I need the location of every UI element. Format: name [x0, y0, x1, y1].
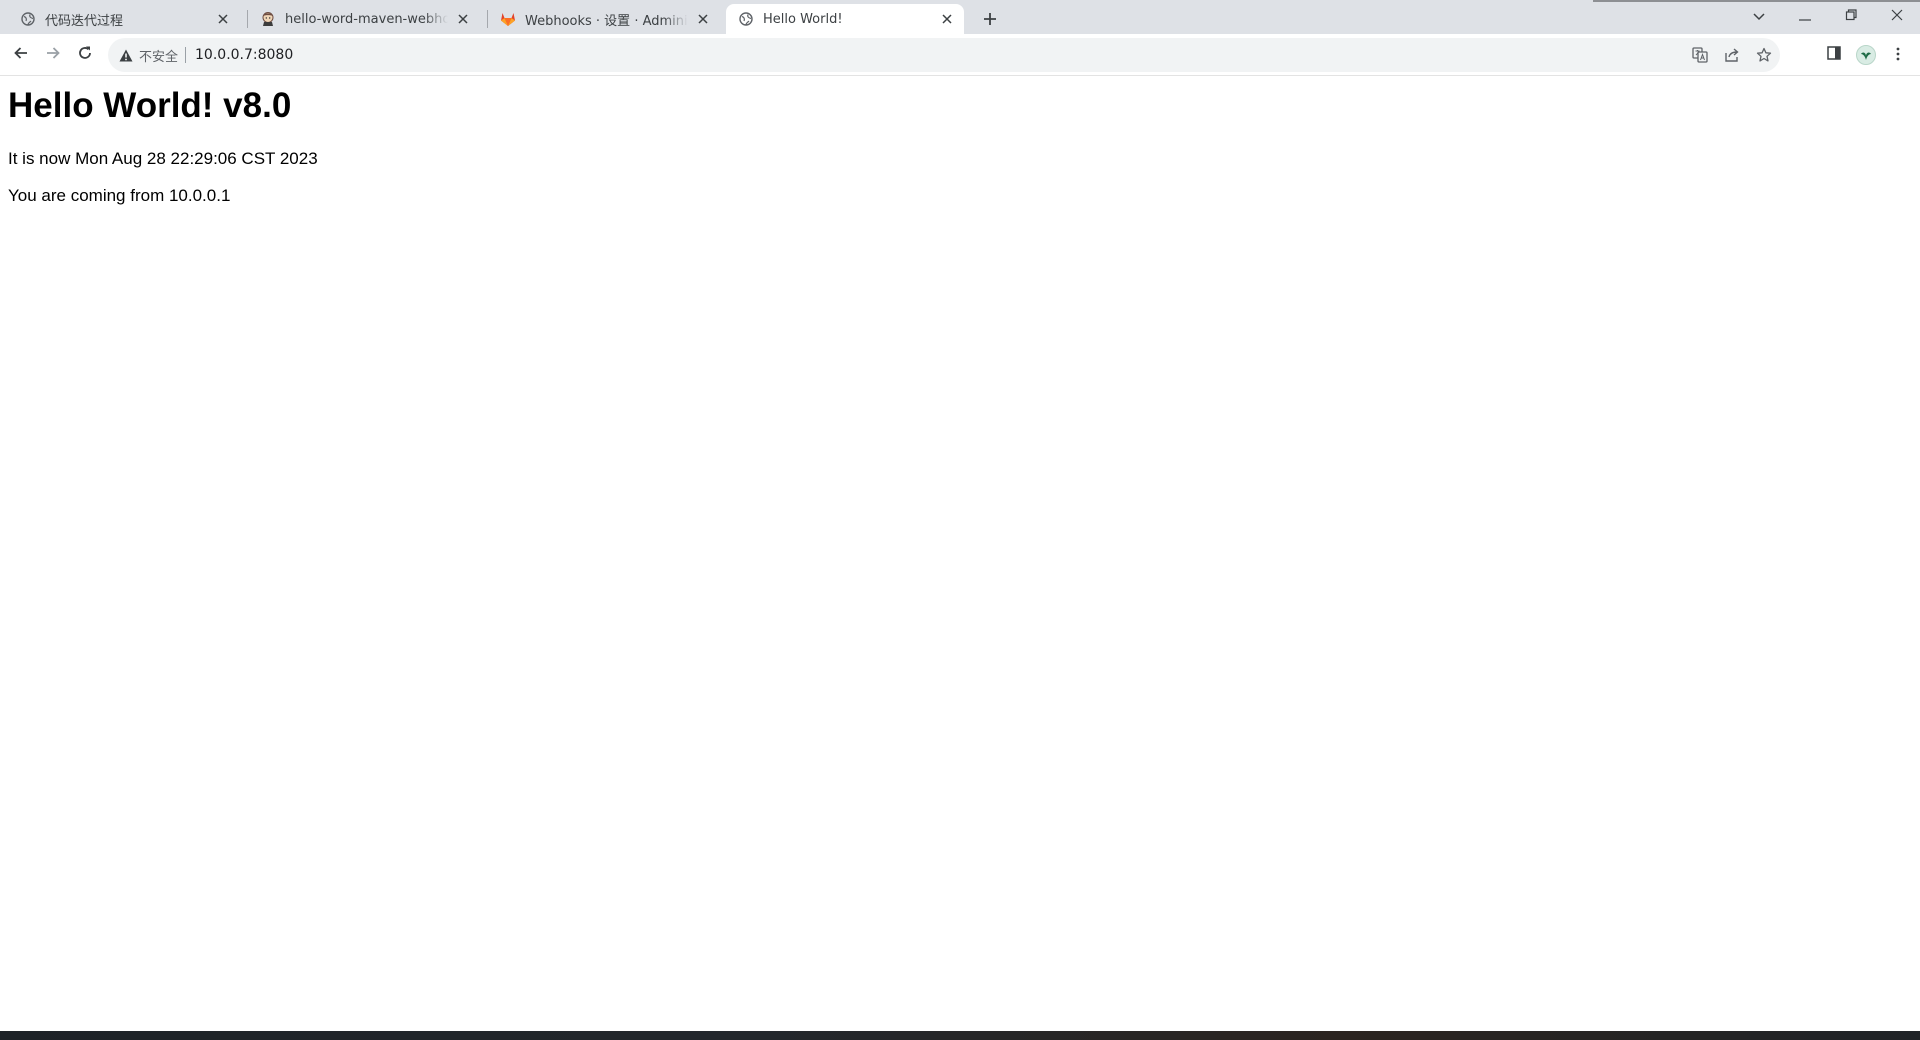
- tab-title: Hello World!: [763, 11, 843, 27]
- forward-button[interactable]: [37, 39, 69, 71]
- current-time-text: It is now Mon Aug 28 22:29:06 CST 2023: [8, 149, 318, 168]
- more-vert-icon: [1896, 46, 1900, 65]
- close-icon[interactable]: [694, 10, 712, 28]
- close-icon[interactable]: [938, 10, 956, 28]
- security-status-label[interactable]: 不安全: [139, 46, 178, 65]
- minimize-icon: [1799, 6, 1811, 25]
- plus-icon: [983, 11, 997, 30]
- close-icon[interactable]: [454, 10, 472, 28]
- client-ip-text: You are coming from 10.0.0.1: [8, 186, 231, 205]
- reload-icon: [77, 45, 93, 65]
- gitlab-icon: [500, 11, 516, 27]
- globe-icon: [20, 11, 36, 27]
- url-text[interactable]: 10.0.0.7:8080: [195, 47, 293, 63]
- bookmark-star-icon[interactable]: [1748, 39, 1780, 71]
- restore-button[interactable]: [1828, 0, 1874, 30]
- back-button[interactable]: [5, 39, 37, 71]
- reload-button[interactable]: [69, 39, 101, 71]
- divider: [185, 47, 187, 63]
- tab-strip: 代码迭代过程 hello-word-maven-webhook [ Webhoo…: [0, 0, 1920, 34]
- tab-title: 代码迭代过程: [45, 13, 124, 29]
- page-content: Hello World! v8.0 It is now Mon Aug 28 2…: [8, 76, 1912, 206]
- translate-icon[interactable]: [1684, 39, 1716, 71]
- page-heading: Hello World! v8.0: [8, 86, 292, 125]
- taskbar: [0, 1031, 1920, 1040]
- tab-0[interactable]: 代码迭代过程: [8, 4, 240, 34]
- arrow-right-icon: [45, 45, 61, 65]
- tab-title: hello-word-maven-webhook [: [285, 11, 448, 27]
- side-panel-button[interactable]: [1818, 39, 1850, 71]
- tab-1[interactable]: hello-word-maven-webhook [: [248, 4, 480, 34]
- side-panel-icon: [1826, 45, 1842, 65]
- arrow-left-icon: [13, 45, 29, 65]
- new-tab-button[interactable]: [976, 6, 1004, 34]
- tab-search-button[interactable]: [1736, 0, 1782, 30]
- tab-title: Webhooks · 设置 · Administrat: [525, 13, 688, 29]
- tab-3-active[interactable]: Hello World!: [726, 4, 964, 34]
- globe-icon: [738, 11, 754, 27]
- browser-toolbar: 不安全 10.0.0.7:8080: [0, 34, 1920, 76]
- close-window-button[interactable]: [1874, 0, 1920, 30]
- jenkins-icon: [260, 11, 276, 27]
- share-icon[interactable]: [1716, 39, 1748, 71]
- avatar: [1856, 45, 1876, 65]
- close-icon[interactable]: [214, 10, 232, 28]
- tab-2[interactable]: Webhooks · 设置 · Administrat: [488, 4, 720, 34]
- menu-button[interactable]: [1882, 39, 1914, 71]
- minimize-button[interactable]: [1782, 0, 1828, 30]
- address-bar[interactable]: 不安全 10.0.0.7:8080: [108, 38, 1780, 72]
- warning-icon[interactable]: [118, 47, 134, 63]
- chevron-down-icon: [1753, 6, 1765, 25]
- close-icon: [1891, 6, 1903, 25]
- profile-button[interactable]: [1850, 39, 1882, 71]
- restore-icon: [1845, 6, 1857, 25]
